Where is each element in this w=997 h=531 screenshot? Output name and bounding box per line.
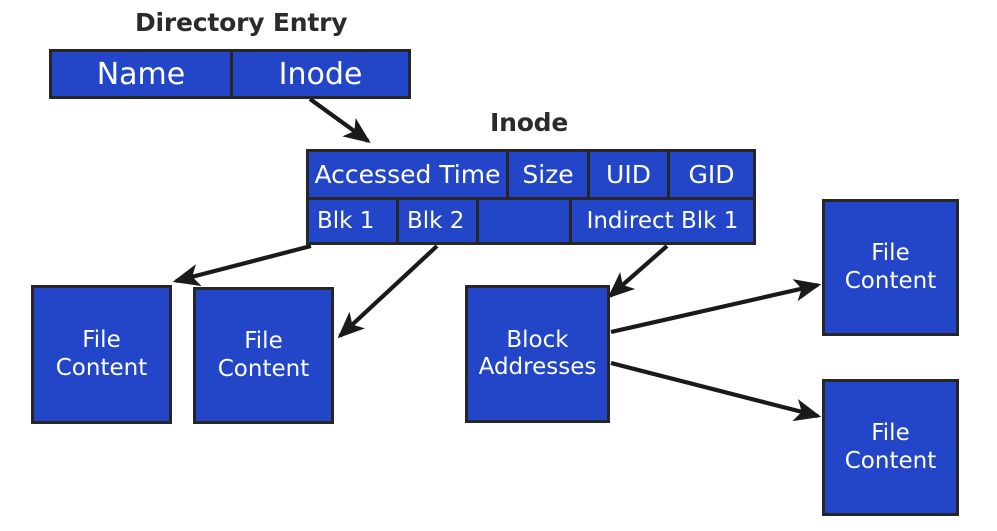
inode-metadata-row: Accessed Time Size UID GID bbox=[309, 152, 753, 197]
block-addresses-box[interactable]: Block Addresses bbox=[465, 285, 610, 423]
file-content-line1: File bbox=[871, 240, 910, 267]
inode-title: Inode bbox=[490, 108, 569, 137]
arrow-blk2-to-file-content-2 bbox=[337, 244, 439, 339]
arrow-indirect-to-block-addresses bbox=[607, 244, 669, 299]
cell-inode[interactable]: Inode bbox=[230, 52, 408, 96]
cell-blk-2[interactable]: Blk 2 bbox=[396, 200, 476, 242]
file-content-label-3: File Content bbox=[845, 240, 936, 294]
cell-gid[interactable]: GID bbox=[667, 152, 753, 197]
file-content-label-2: File Content bbox=[218, 328, 309, 382]
cell-size[interactable]: Size bbox=[506, 152, 587, 197]
cell-blk-1[interactable]: Blk 1 bbox=[309, 200, 396, 242]
cell-uid[interactable]: UID bbox=[587, 152, 667, 197]
arrow-inode-cell-to-inode-table bbox=[308, 97, 371, 143]
file-content-line2: Content bbox=[844, 267, 937, 294]
arrow-block-addresses-to-file-content-3 bbox=[610, 279, 822, 335]
directory-entry-row: Name Inode bbox=[52, 52, 408, 96]
directory-entry-table: Name Inode bbox=[49, 49, 411, 99]
file-content-line1: File bbox=[244, 328, 283, 355]
inode-block-row: Blk 1 Blk 2 Indirect Blk 1 bbox=[309, 197, 753, 242]
file-content-line1: File bbox=[871, 420, 910, 447]
file-content-box-4[interactable]: File Content bbox=[822, 379, 959, 516]
file-content-label-1: File Content bbox=[56, 327, 147, 381]
cell-indirect-blk-1[interactable]: Indirect Blk 1 bbox=[569, 200, 753, 242]
arrow-blk1-to-file-content-1 bbox=[172, 243, 312, 287]
block-addresses-line1: Block bbox=[506, 326, 569, 353]
diagram-canvas: Directory Entry Inode Name Inode Accesse… bbox=[0, 0, 997, 531]
file-content-line2: Content bbox=[217, 355, 310, 382]
file-content-line2: Content bbox=[844, 447, 937, 474]
file-content-line1: File bbox=[82, 327, 121, 354]
block-addresses-line2: Addresses bbox=[478, 354, 597, 380]
file-content-line2: Content bbox=[55, 354, 148, 381]
inode-table: Accessed Time Size UID GID Blk 1 Blk 2 I… bbox=[306, 149, 756, 245]
cell-name[interactable]: Name bbox=[52, 52, 230, 96]
file-content-label-4: File Content bbox=[845, 420, 936, 474]
arrow-block-addresses-to-file-content-4 bbox=[610, 360, 822, 422]
cell-blk-empty[interactable] bbox=[476, 200, 569, 242]
file-content-box-2[interactable]: File Content bbox=[193, 287, 334, 424]
cell-accessed-time[interactable]: Accessed Time bbox=[309, 152, 506, 197]
file-content-box-1[interactable]: File Content bbox=[31, 285, 172, 424]
block-addresses-label: Block Addresses bbox=[479, 327, 597, 381]
directory-entry-title: Directory Entry bbox=[135, 8, 348, 37]
file-content-box-3[interactable]: File Content bbox=[822, 199, 959, 336]
